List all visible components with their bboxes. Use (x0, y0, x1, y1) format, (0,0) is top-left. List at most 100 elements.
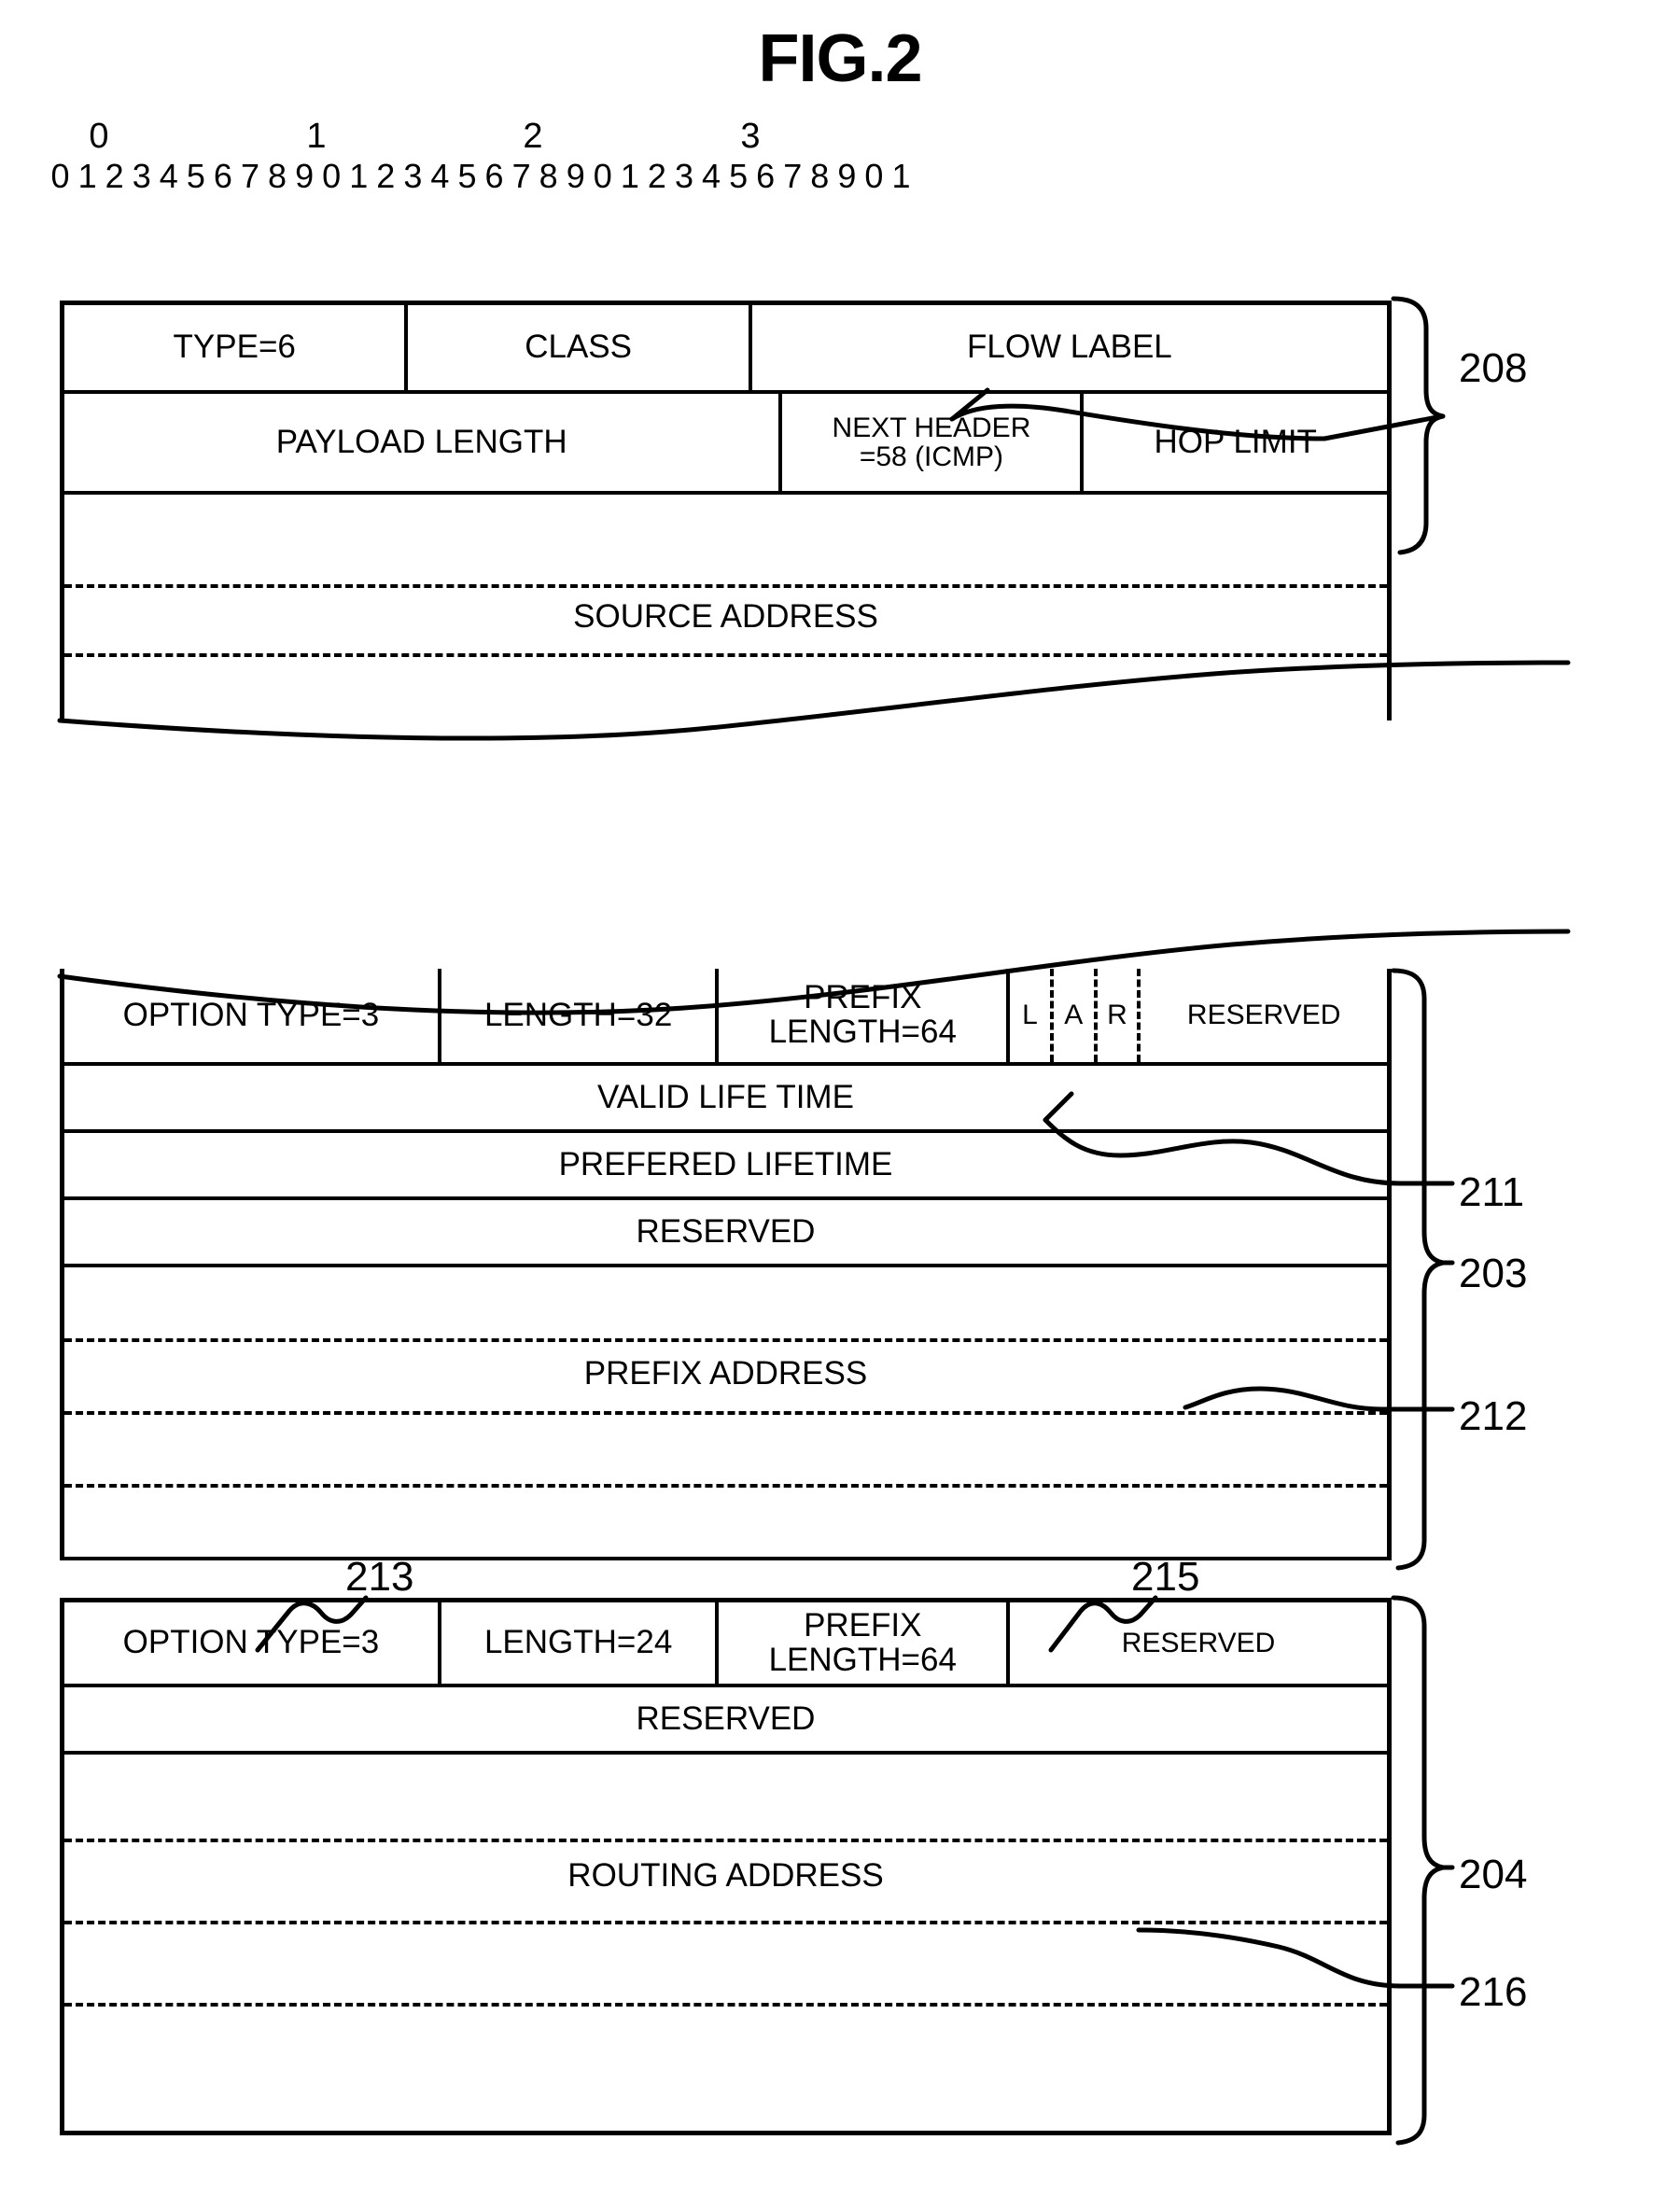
bit-tick: 8 (810, 157, 830, 195)
bit-tick: 6 (484, 157, 504, 195)
cell-class: CLASS (408, 305, 752, 390)
cell-prefix-length-line1: PREFIX (804, 979, 922, 1016)
ipv6-source-address-block: SOURCE ADDRESS (60, 506, 1392, 720)
bit-tick: 1 (620, 157, 639, 195)
bit-tick: 1 (349, 157, 369, 195)
bit-tick: 8 (539, 157, 558, 195)
cell-routing-prefix-length: PREFIX LENGTH=64 (719, 1602, 1011, 1684)
cell-hop-limit: HOP LIMIT (1154, 423, 1317, 460)
bit-ruler: 0 1 2 3 0 1 2 3 4 5 6 7 8 9 0 1 2 3 4 5 … (47, 117, 915, 196)
callout-208: 208 (1459, 345, 1528, 391)
cell-valid-life-time: VALID LIFE TIME (597, 1078, 854, 1115)
bit-ruler-major-2: 2 (523, 117, 543, 156)
bit-tick: 5 (186, 157, 205, 195)
brace-204 (1391, 1595, 1446, 2146)
callout-204: 204 (1459, 1852, 1528, 1897)
callout-203: 203 (1459, 1251, 1528, 1296)
cell-routing-prefix-length-line1: PREFIX (804, 1606, 922, 1644)
bit-tick: 9 (837, 157, 857, 195)
prefix-option-row-valid-life-time: VALID LIFE TIME (64, 1066, 1387, 1133)
cell-routing-reserved: RESERVED (636, 1699, 816, 1737)
bit-tick: 2 (647, 157, 666, 195)
cell-option-length-prefix: LENGTH=32 (441, 969, 720, 1062)
cell-next-header: NEXT HEADER =58 (ICMP) (782, 394, 1085, 491)
figure-title: FIG.2 (758, 21, 922, 96)
cell-prefered-lifetime: PREFERED LIFETIME (558, 1145, 893, 1182)
cell-prefix-reserved: RESERVED (636, 1212, 816, 1250)
callout-216: 216 (1459, 1969, 1528, 2015)
bit-tick: 4 (702, 157, 721, 195)
cell-flag-a: A (1054, 969, 1098, 1062)
source-address-dash-mid (64, 653, 1387, 657)
cell-next-header-line2: =58 (ICMP) (859, 441, 1004, 472)
routing-address-block: ROUTING ADDRESS (64, 1755, 1387, 2131)
ipv6-header-table: TYPE=6 CLASS FLOW LABEL PAYLOAD LENGTH N… (60, 301, 1392, 506)
bit-tick: 0 (593, 157, 612, 195)
routing-address-dash-1 (64, 1839, 1387, 1842)
bit-tick: 7 (783, 157, 803, 195)
routing-option-row-reserved: RESERVED (64, 1687, 1387, 1755)
bit-tick: 0 (322, 157, 342, 195)
bit-tick: 4 (159, 157, 178, 195)
callout-211: 211 (1459, 1169, 1525, 1215)
prefix-option-row-1: OPTION TYPE=3 LENGTH=32 PREFIX LENGTH=64… (64, 969, 1387, 1066)
prefix-address-dash-3 (64, 1484, 1387, 1488)
prefix-address-label: PREFIX ADDRESS (583, 1355, 868, 1392)
cell-prefix-length: PREFIX LENGTH=64 (719, 969, 1011, 1062)
cell-payload-length: PAYLOAD LENGTH (64, 394, 783, 491)
bit-tick: 0 (50, 157, 70, 195)
cell-next-header-line1: NEXT HEADER (832, 412, 1031, 443)
bit-ruler-major-1: 1 (306, 117, 327, 156)
brace-208 (1391, 296, 1446, 555)
cell-option-length-routing: LENGTH=24 (441, 1602, 720, 1684)
callout-213: 213 (345, 1554, 414, 1600)
cell-flag-l: L (1010, 969, 1054, 1062)
bit-tick: 3 (403, 157, 423, 195)
cell-option-type-routing: OPTION TYPE=3 (64, 1602, 441, 1684)
prefix-address-block: PREFIX ADDRESS (64, 1267, 1387, 1560)
brace-203 (1391, 968, 1446, 1571)
bit-tick: 3 (132, 157, 151, 195)
bit-tick: 5 (457, 157, 477, 195)
patent-figure: FIG.2 0 1 2 3 0 1 2 3 4 5 6 7 8 9 0 1 2 … (0, 0, 1680, 2210)
prefix-address-dash-2 (64, 1411, 1387, 1415)
prefix-option-row-reserved: RESERVED (64, 1200, 1387, 1267)
cell-option-type-prefix: OPTION TYPE=3 (64, 969, 441, 1062)
prefix-address-dash-1 (64, 1338, 1387, 1342)
routing-address-dash-2 (64, 1921, 1387, 1924)
bit-ruler-major-3: 3 (740, 117, 761, 156)
cell-type: TYPE=6 (64, 305, 409, 390)
bit-tick: 0 (864, 157, 884, 195)
bit-ruler-major-0: 0 (89, 117, 109, 156)
prefix-option-row-prefered-lifetime: PREFERED LIFETIME (64, 1133, 1387, 1200)
bit-ruler-minor-row: 0 1 2 3 4 5 6 7 8 9 0 1 2 3 4 5 6 7 8 9 … (47, 158, 915, 195)
bit-tick: 8 (268, 157, 287, 195)
bit-tick: 1 (77, 157, 97, 195)
bit-tick: 2 (105, 157, 124, 195)
callout-212: 212 (1459, 1393, 1528, 1439)
bit-tick: 9 (295, 157, 315, 195)
cell-flag-r: R (1098, 969, 1141, 1062)
cell-flags-reserved: RESERVED (1186, 1000, 1341, 1031)
bit-tick: 2 (376, 157, 396, 195)
bit-tick: 3 (674, 157, 693, 195)
callout-215: 215 (1131, 1554, 1200, 1600)
prefix-option-table: OPTION TYPE=3 LENGTH=32 PREFIX LENGTH=64… (60, 969, 1392, 1560)
source-address-dash-top (64, 584, 1387, 588)
ipv6-header-row-1: TYPE=6 CLASS FLOW LABEL (64, 301, 1387, 394)
source-address-label: SOURCE ADDRESS (573, 598, 878, 635)
bit-tick: 7 (511, 157, 531, 195)
bit-tick: 9 (566, 157, 585, 195)
bit-tick: 1 (891, 157, 911, 195)
routing-option-table: OPTION TYPE=3 LENGTH=24 PREFIX LENGTH=64… (60, 1598, 1392, 2135)
cell-routing-prefix-length-line2: LENGTH=64 (768, 1641, 957, 1678)
bit-tick: 4 (430, 157, 450, 195)
cell-prefix-length-line2: LENGTH=64 (768, 1014, 957, 1050)
bit-ruler-major-row: 0 1 2 3 (47, 117, 915, 156)
routing-address-dash-3 (64, 2003, 1387, 2007)
bit-tick: 7 (240, 157, 259, 195)
bit-tick: 6 (213, 157, 232, 195)
routing-option-row-1: OPTION TYPE=3 LENGTH=24 PREFIX LENGTH=64… (64, 1598, 1387, 1687)
cell-routing-reserved-top: RESERVED (1121, 1627, 1276, 1658)
ipv6-header-row-2: PAYLOAD LENGTH NEXT HEADER =58 (ICMP) HO… (64, 394, 1387, 495)
